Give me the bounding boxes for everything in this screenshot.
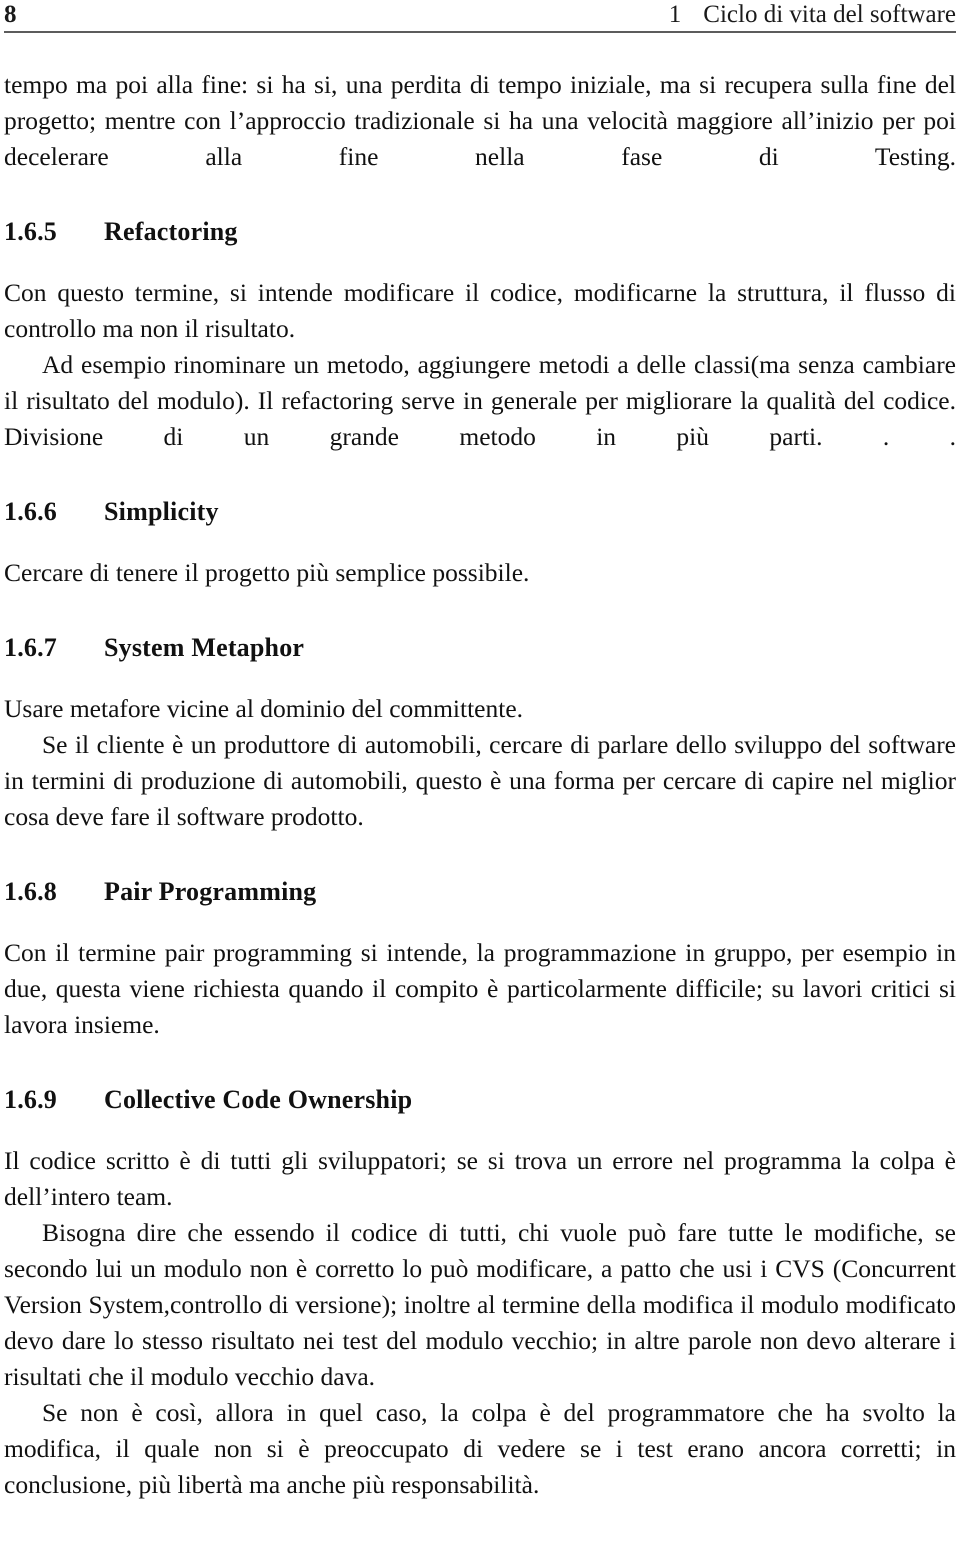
chapter-heading: 1 Ciclo di vita del software	[669, 0, 956, 30]
section-heading-1-6-7: 1.6.7 System Metaphor	[4, 631, 956, 665]
section-heading-1-6-8: 1.6.8 Pair Programming	[4, 875, 956, 909]
section-heading-1-6-6: 1.6.6 Simplicity	[4, 495, 956, 529]
page-number: 8	[4, 1, 17, 28]
section-paragraph: Se non è così, allora in quel caso, la c…	[4, 1398, 956, 1499]
section-paragraph: Bisogna dire che essendo il codice di tu…	[4, 1218, 956, 1391]
section-title: Collective Code Ownership	[104, 1085, 413, 1114]
chapter-title: Ciclo di vita del software	[703, 1, 956, 28]
section-paragraph: Se il cliente è un produttore di automob…	[4, 730, 956, 831]
section-paragraph: Usare metafore vicine al dominio del com…	[4, 694, 524, 723]
section-title: System Metaphor	[104, 633, 305, 662]
section-paragraph: Ad esempio rinominare un metodo, aggiung…	[4, 350, 956, 451]
running-head: 8 1 Ciclo di vita del software	[4, 0, 956, 30]
chapter-number: 1	[668, 1, 682, 28]
section-title: Pair Programming	[104, 877, 317, 906]
header-rule	[4, 31, 956, 33]
intro-paragraph: tempo ma poi alla fine: si ha si, una pe…	[4, 70, 956, 171]
section-paragraph: Con il termine pair programming si inten…	[4, 938, 956, 1039]
section-heading-1-6-9: 1.6.9 Collective Code Ownership	[4, 1083, 956, 1117]
section-paragraph: Con questo termine, si intende modificar…	[4, 278, 956, 343]
section-title: Refactoring	[104, 217, 238, 246]
section-number: 1.6.8	[4, 877, 57, 906]
document-page: 8 1 Ciclo di vita del software tempo ma …	[0, 0, 960, 1556]
section-number: 1.6.5	[4, 217, 57, 246]
section-number: 1.6.7	[4, 633, 57, 662]
section-heading-1-6-5: 1.6.5 Refactoring	[4, 215, 956, 249]
section-number: 1.6.9	[4, 1085, 57, 1114]
section-number: 1.6.6	[4, 497, 57, 526]
section-title: Simplicity	[104, 497, 219, 526]
section-paragraph: Cercare di tenere il progetto più sempli…	[4, 558, 530, 587]
section-paragraph: Il codice scritto è di tutti gli svilupp…	[4, 1146, 956, 1211]
page-body: tempo ma poi alla fine: si ha si, una pe…	[4, 67, 956, 1503]
